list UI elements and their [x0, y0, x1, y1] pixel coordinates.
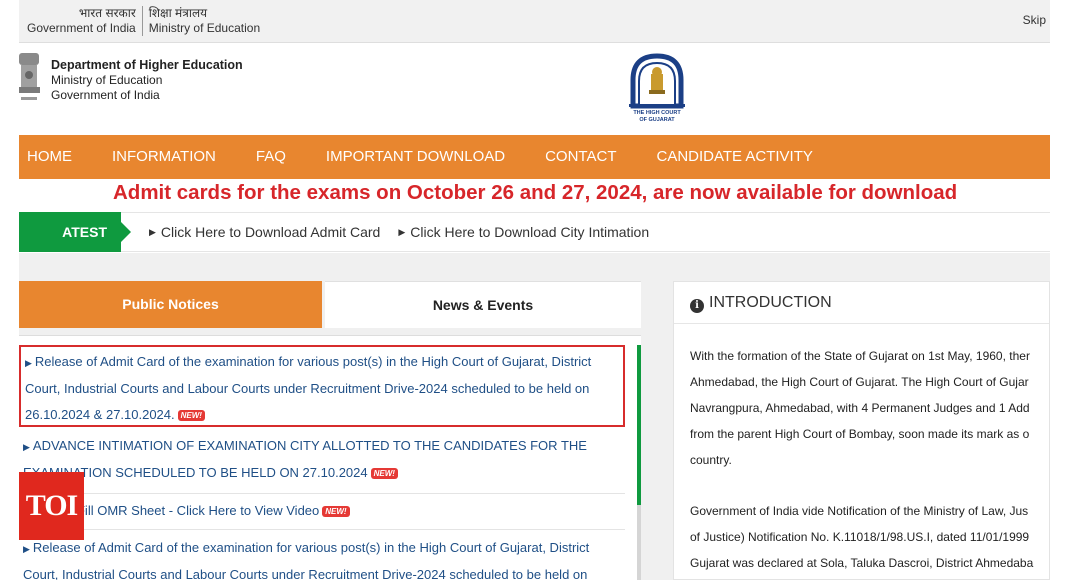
- national-emblem-icon: [19, 53, 40, 100]
- triangle-right-icon: ▶: [398, 226, 406, 237]
- gov-identity: भारत सरकार Government of India शिक्षा मं…: [27, 6, 260, 36]
- tab-news-events[interactable]: News & Events: [325, 281, 641, 328]
- tab-public-notices[interactable]: Public Notices: [19, 281, 322, 328]
- announcement-marquee[interactable]: Admit cards for the exams on October 26 …: [19, 179, 1050, 207]
- intro-line: Government of India vide Notification of…: [690, 504, 1029, 518]
- triangle-right-icon: ▶: [25, 358, 32, 368]
- hc-logo-line1: THE HIGH COURT: [633, 110, 681, 116]
- notice-divider: [19, 493, 625, 494]
- left-edge: [0, 0, 19, 580]
- dept-government: Government of India: [51, 88, 160, 102]
- intro-line: With the formation of the State of Gujar…: [690, 349, 1030, 363]
- intro-line: Navrangpura, Ahmedabad, with 4 Permanent…: [690, 401, 1030, 415]
- notice-line: Court, Industrial Courts and Labour Cour…: [25, 381, 590, 396]
- triangle-right-icon: ▶: [23, 544, 30, 554]
- news-link-text: Click Here to Download Admit Card: [160, 224, 381, 240]
- page: भारत सरकार Government of India शिक्षा मं…: [19, 0, 1050, 580]
- news-link-city-intimation[interactable]: ▶ Click Here to Download City Intimation: [398, 224, 649, 240]
- nav-faq[interactable]: FAQ: [236, 135, 306, 179]
- dept-name: Department of Higher Education: [51, 58, 243, 72]
- content-area: Public Notices News & Events ▶ Release of…: [19, 253, 1050, 580]
- new-badge: NEW!: [370, 468, 398, 480]
- site-header: Department of Higher Education Ministry …: [19, 43, 1050, 135]
- scrollbar-track[interactable]: [637, 505, 641, 580]
- info-icon: i: [690, 299, 704, 313]
- main-nav: HOME INFORMATION FAQ IMPORTANT DOWNLOAD …: [19, 135, 1050, 179]
- skip-link[interactable]: Skip: [1023, 13, 1046, 27]
- latest-news-label: ATEST NEWS: [19, 212, 131, 280]
- dept-block: Department of Higher Education Ministry …: [51, 58, 243, 103]
- notice-item[interactable]: ▶ Release of Admit Card of the examinatio…: [19, 345, 625, 427]
- intro-line: of Justice) Notification No. K.11018/1/9…: [690, 530, 1030, 544]
- ministry-hindi: शिक्षा मंत्रालय: [148, 6, 208, 20]
- gov-col: भारत सरकार Government of India: [27, 6, 142, 36]
- nav-contact[interactable]: CONTACT: [525, 135, 636, 179]
- nav-information[interactable]: INFORMATION: [92, 135, 236, 179]
- intro-line: Gujarat was declared at Sola, Taluka Das…: [690, 556, 1034, 570]
- latest-news-bar: ATEST NEWS ▶ Click Here to Download Admi…: [19, 212, 1050, 280]
- intro-line: country.: [690, 453, 732, 467]
- nav-important-download[interactable]: IMPORTANT DOWNLOAD: [306, 135, 525, 179]
- scrollbar-thumb[interactable]: [637, 345, 641, 505]
- notice-item[interactable]: ▶ ADVANCE INTIMATION OF EXAMINATION CITY …: [19, 433, 625, 486]
- toi-watermark-logo: TOI: [19, 472, 84, 540]
- triangle-right-icon: ▶: [23, 442, 30, 452]
- notice-item[interactable]: ▶How to Fill OMR Sheet - Click Here to V…: [19, 498, 625, 525]
- news-link-admit-card[interactable]: ▶ Click Here to Download Admit Card: [149, 224, 380, 240]
- nav-home[interactable]: HOME: [19, 135, 92, 179]
- hc-logo-line2: OF GUJARAT: [639, 117, 675, 123]
- gov-bar: भारत सरकार Government of India शिक्षा मं…: [19, 0, 1050, 43]
- notice-tabs: Public Notices News & Events: [19, 281, 641, 328]
- notice-line: Release of Admit Card of the examination…: [34, 354, 592, 369]
- gov-hindi: भारत सरकार: [78, 6, 136, 20]
- notice-divider: [19, 529, 625, 530]
- nav-candidate-activity[interactable]: CANDIDATE ACTIVITY: [636, 135, 832, 179]
- right-edge: [1050, 0, 1069, 580]
- intro-heading: i INTRODUCTION: [674, 282, 1049, 324]
- intro-line: Ahmedabad, the High Court of Gujarat. Th…: [690, 375, 1029, 389]
- notice-line: Release of Admit Card of the examination…: [32, 540, 590, 555]
- notice-line: Court, Industrial Courts and Labour Cour…: [23, 567, 588, 580]
- dept-ministry: Ministry of Education: [51, 73, 163, 87]
- ministry-col: शिक्षा मंत्रालय Ministry of Education: [141, 6, 261, 36]
- notice-line: ADVANCE INTIMATION OF EXAMINATION CITY A…: [32, 438, 587, 453]
- triangle-right-icon: ▶: [149, 226, 156, 237]
- gov-english: Government of India: [27, 21, 136, 35]
- high-court-logo[interactable]: THE HIGH COURT OF GUJARAT: [625, 50, 689, 126]
- new-badge: NEW!: [177, 410, 205, 422]
- notices-list: ▶ Release of Admit Card of the examinatio…: [19, 335, 641, 580]
- ministry-english: Ministry of Education: [148, 21, 261, 35]
- notice-line: 26.10.2024 & 27.10.2024.: [25, 407, 175, 422]
- news-link-text: Click Here to Download City Intimation: [410, 224, 650, 240]
- new-badge: NEW!: [322, 506, 350, 518]
- notice-item[interactable]: ▶ Release of Admit Card of the examinatio…: [19, 535, 625, 580]
- intro-title: INTRODUCTION: [709, 294, 832, 311]
- intro-line: from the parent High Court of Bombay, so…: [690, 427, 1030, 441]
- introduction-card: i INTRODUCTION With the formation of the …: [673, 281, 1050, 580]
